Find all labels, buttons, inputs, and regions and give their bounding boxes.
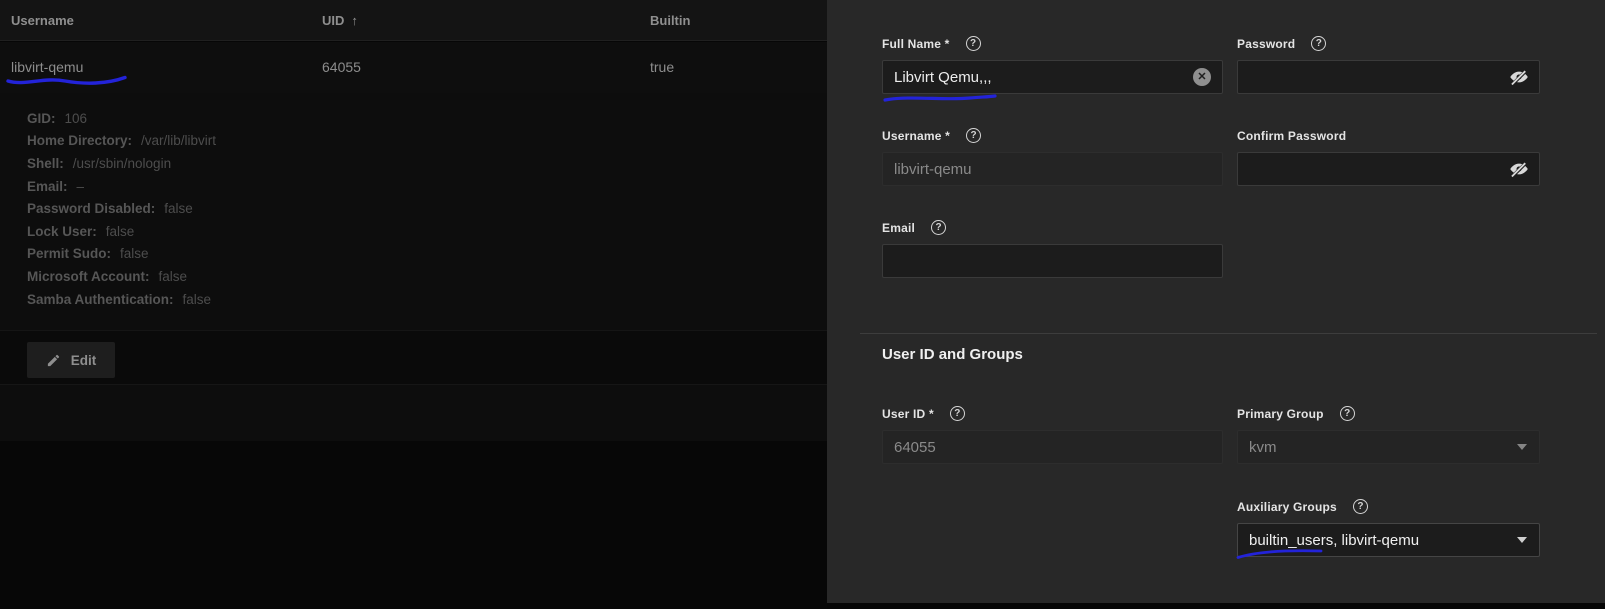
username-input: [883, 161, 1222, 178]
primary-group-value: kvm: [1249, 439, 1277, 456]
primary-group-select: kvm: [1237, 430, 1540, 464]
full-name-help-icon[interactable]: ?: [966, 36, 981, 51]
edit-button[interactable]: Edit: [27, 342, 115, 378]
section-divider: [860, 333, 1597, 334]
auxiliary-groups-field: Auxiliary Groups ? builtin_users, libvir…: [1237, 499, 1540, 557]
column-header-builtin[interactable]: Builtin: [650, 13, 690, 28]
username-field: Username * ?: [882, 128, 1223, 186]
column-header-uid[interactable]: UID↑: [322, 13, 358, 28]
primary-group-field: Primary Group ? kvm: [1237, 406, 1540, 464]
user-id-input: [883, 439, 1222, 456]
detail-gid: GID:106: [0, 107, 827, 130]
email-help-icon[interactable]: ?: [931, 220, 946, 235]
section-heading: User ID and Groups: [882, 346, 1023, 363]
detail-samba-authentication: Samba Authentication:false: [0, 288, 827, 311]
chevron-down-icon: [1517, 444, 1527, 450]
primary-group-label: Primary Group: [1237, 407, 1324, 421]
auxiliary-groups-help-icon[interactable]: ?: [1353, 499, 1368, 514]
auxiliary-groups-label: Auxiliary Groups: [1237, 500, 1337, 514]
email-field: Email ?: [882, 220, 1223, 278]
table-header-row: Username UID↑ Builtin: [0, 0, 827, 41]
row-uid-cell: 64055: [322, 59, 361, 75]
password-field: Password ?: [1237, 36, 1540, 94]
user-id-help-icon[interactable]: ?: [950, 406, 965, 421]
row-username-cell: libvirt-qemu: [11, 59, 83, 75]
sort-ascending-icon: ↑: [351, 13, 358, 28]
full-name-field: Full Name * ? ✕: [882, 36, 1223, 94]
edit-button-label: Edit: [71, 353, 97, 368]
detail-home-directory: Home Directory:/var/lib/libvirt: [0, 130, 827, 153]
users-page: Username UID↑ Builtin libvirt-qemu 64055…: [0, 0, 1605, 609]
auxiliary-groups-value: builtin_users, libvirt-qemu: [1249, 532, 1419, 549]
confirm-password-field: Confirm Password: [1237, 128, 1540, 186]
detail-password-disabled: Password Disabled:false: [0, 197, 827, 220]
row-details-panel: GID:106 Home Directory:/var/lib/libvirt …: [0, 93, 827, 330]
confirm-password-label: Confirm Password: [1237, 129, 1346, 143]
pencil-icon: [46, 353, 61, 368]
auxiliary-groups-select[interactable]: builtin_users, libvirt-qemu: [1237, 523, 1540, 557]
detail-permit-sudo: Permit Sudo:false: [0, 243, 827, 266]
username-label: Username *: [882, 129, 950, 143]
primary-group-help-icon[interactable]: ?: [1340, 406, 1355, 421]
email-label: Email: [882, 221, 915, 235]
password-help-icon[interactable]: ?: [1311, 36, 1326, 51]
password-label: Password: [1237, 37, 1295, 51]
edit-user-form-panel: Full Name * ? ✕ Password ?: [827, 0, 1605, 603]
user-id-field: User ID * ?: [882, 406, 1223, 464]
username-help-icon[interactable]: ?: [966, 128, 981, 143]
users-table-panel: Username UID↑ Builtin libvirt-qemu 64055…: [0, 0, 827, 609]
visibility-off-icon[interactable]: [1509, 67, 1529, 87]
email-input[interactable]: [883, 253, 1222, 270]
full-name-input[interactable]: [883, 69, 1193, 86]
visibility-off-icon[interactable]: [1509, 159, 1529, 179]
user-id-label: User ID *: [882, 407, 934, 421]
password-input[interactable]: [1238, 69, 1509, 86]
detail-microsoft-account: Microsoft Account:false: [0, 265, 827, 288]
clear-icon[interactable]: ✕: [1193, 68, 1211, 86]
confirm-password-input[interactable]: [1238, 161, 1509, 178]
row-builtin-cell: true: [650, 59, 674, 75]
empty-table-band: [0, 385, 827, 441]
detail-lock-user: Lock User:false: [0, 220, 827, 243]
column-header-username[interactable]: Username: [11, 13, 74, 28]
full-name-label: Full Name *: [882, 37, 950, 51]
detail-email: Email:–: [0, 175, 827, 198]
chevron-down-icon: [1517, 537, 1527, 543]
detail-shell: Shell:/usr/sbin/nologin: [0, 152, 827, 175]
table-row[interactable]: libvirt-qemu 64055 true: [0, 42, 827, 93]
row-actions-band: Edit: [0, 330, 827, 385]
